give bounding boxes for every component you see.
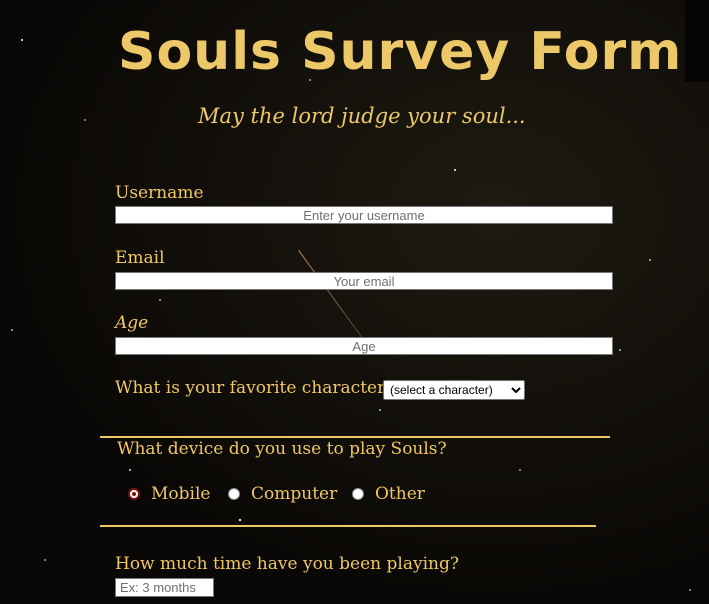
radio-option-other[interactable]: Other bbox=[352, 484, 425, 504]
page-title: Souls Survey Form bbox=[118, 22, 683, 82]
divider-top bbox=[100, 436, 610, 438]
playtime-input[interactable] bbox=[115, 578, 214, 597]
shooting-star bbox=[298, 250, 370, 348]
playtime-question: How much time have you been playing? bbox=[115, 554, 459, 574]
radio-option-computer[interactable]: Computer bbox=[228, 484, 337, 504]
radio-mobile-icon[interactable] bbox=[128, 488, 140, 500]
radio-mobile-label: Mobile bbox=[151, 484, 211, 504]
username-label: Username bbox=[115, 183, 204, 203]
character-select[interactable]: (select a character) bbox=[383, 380, 525, 400]
character-label: What is your favorite character? bbox=[115, 378, 395, 398]
scrollbar-strip[interactable] bbox=[685, 0, 709, 82]
radio-other-label: Other bbox=[375, 484, 425, 504]
age-input[interactable] bbox=[115, 337, 613, 355]
age-label: Age bbox=[115, 313, 149, 333]
page-subtitle: May the lord judge your soul... bbox=[198, 104, 526, 128]
radio-computer-label: Computer bbox=[251, 484, 338, 504]
username-input[interactable] bbox=[115, 206, 613, 224]
radio-option-mobile[interactable]: Mobile bbox=[128, 484, 210, 504]
radio-computer-icon[interactable] bbox=[228, 488, 240, 500]
device-question: What device do you use to play Souls? bbox=[117, 439, 447, 459]
radio-other-icon[interactable] bbox=[352, 488, 364, 500]
email-label: Email bbox=[115, 248, 165, 268]
divider-bottom bbox=[100, 525, 596, 527]
email-input[interactable] bbox=[115, 272, 613, 290]
